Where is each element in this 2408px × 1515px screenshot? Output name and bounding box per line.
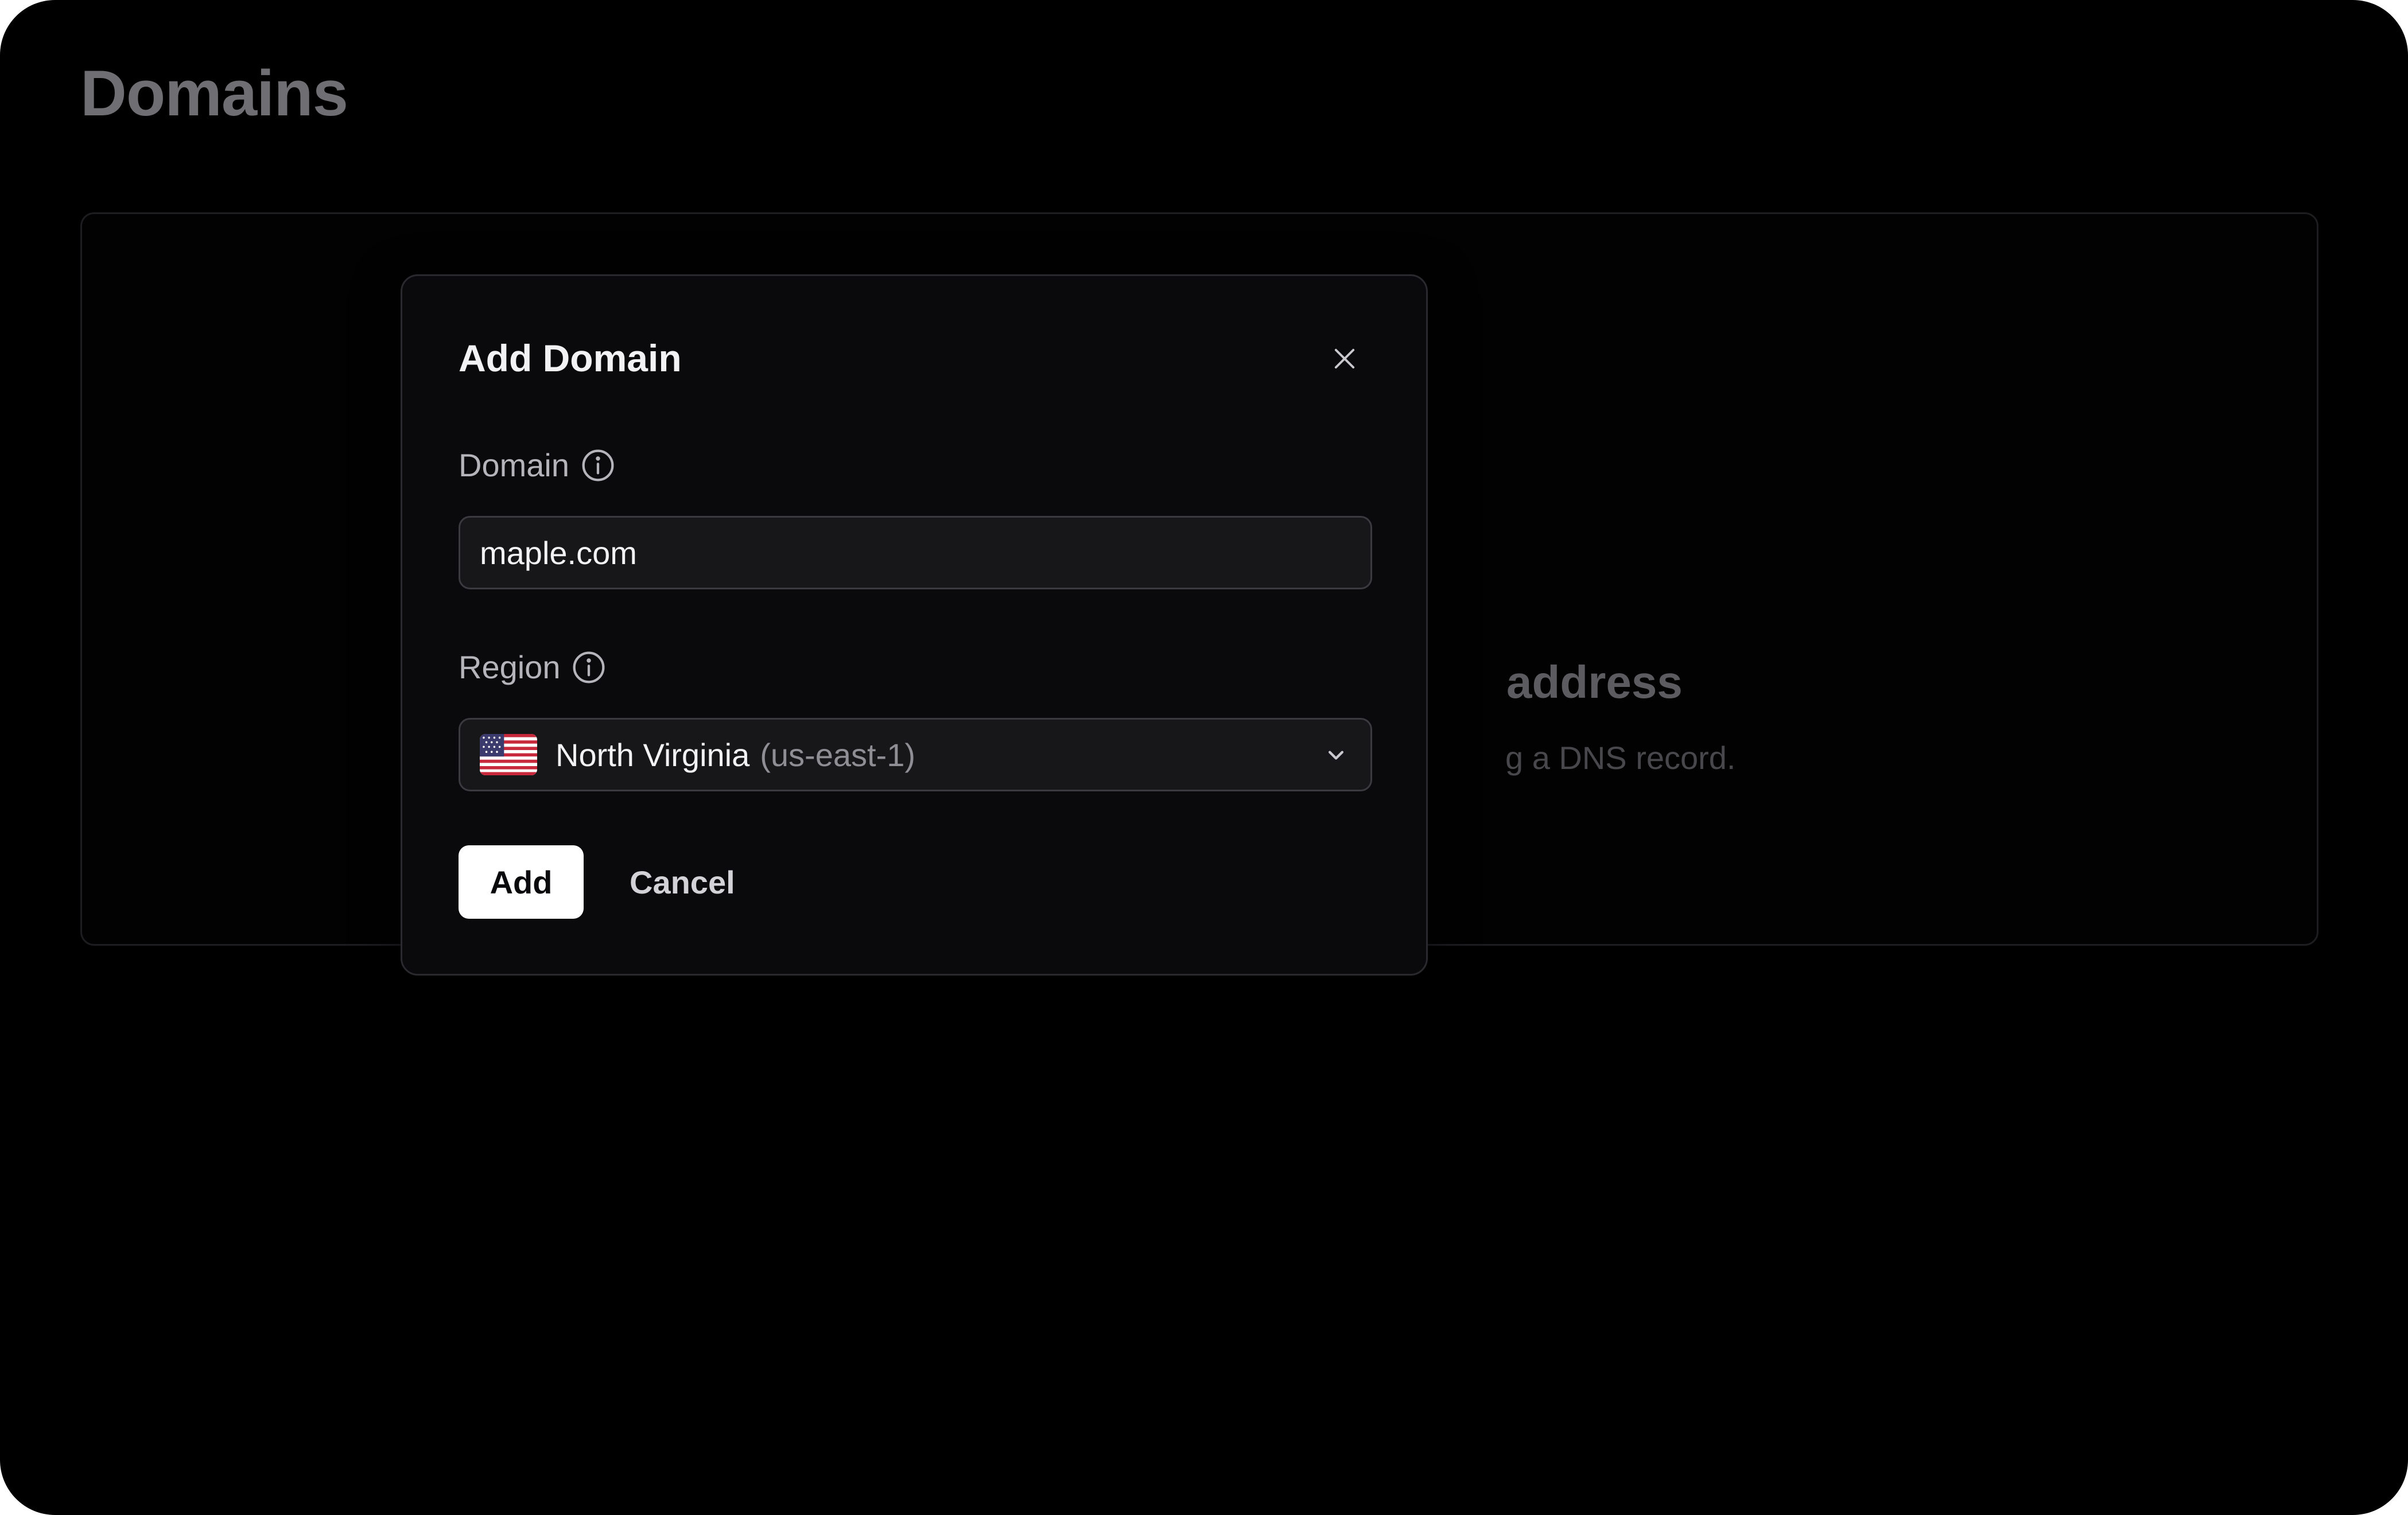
empty-state-description: g a DNS record. (1505, 740, 1736, 776)
page-title: Domains (80, 57, 348, 129)
region-selected-code: (us-east-1) (760, 736, 915, 773)
add-domain-modal: Add Domain Domain Region (401, 274, 1428, 976)
chevron-down-icon (1321, 740, 1351, 770)
modal-title: Add Domain (459, 337, 682, 379)
info-icon[interactable] (570, 649, 607, 686)
region-label: Region (459, 649, 607, 686)
domain-input[interactable] (459, 516, 1372, 589)
us-flag-icon (480, 734, 537, 775)
info-icon[interactable] (580, 447, 616, 484)
domain-label: Domain (459, 447, 616, 484)
region-select[interactable]: North Virginia (us-east-1) (459, 718, 1372, 791)
close-button[interactable] (1322, 336, 1368, 382)
app-window: Domains address g a DNS record. Add Doma… (0, 0, 2408, 1515)
add-button[interactable]: Add (459, 845, 584, 919)
cancel-button[interactable]: Cancel (618, 845, 747, 919)
region-selected-name: North Virginia (556, 736, 750, 773)
domain-label-text: Domain (459, 447, 569, 483)
empty-state-heading: address (1506, 656, 1683, 708)
close-icon (1334, 348, 1355, 369)
region-label-text: Region (459, 649, 561, 685)
